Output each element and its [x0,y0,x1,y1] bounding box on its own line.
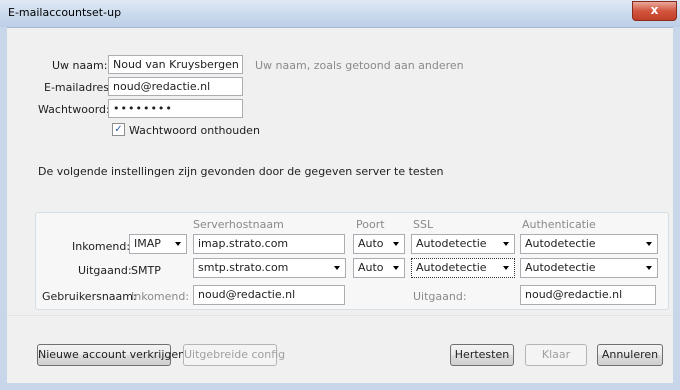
title-bar: E-mailaccountset-up x [0,0,680,28]
header-port: Poort [356,218,385,231]
password-input[interactable]: •••••••• [108,99,243,118]
done-button[interactable]: Klaar [525,344,587,366]
outgoing-host-value: smtp.strato.com [198,261,289,274]
window-frame-bottom [0,383,680,390]
outgoing-protocol: SMTP [131,264,161,277]
divider [7,315,673,316]
advanced-config-button[interactable]: Uitgebreide config [183,344,285,366]
chevron-down-icon [646,242,652,246]
retest-button[interactable]: Hertesten [450,344,514,366]
chevron-down-icon [503,266,509,270]
chevron-down-icon [393,266,399,270]
chevron-down-icon [646,266,652,270]
incoming-auth-select[interactable]: Autodetectie [520,234,658,254]
chevron-down-icon [503,242,509,246]
username-label: Gebruikersnaam: [42,290,137,303]
incoming-port-value: Auto [358,237,384,250]
username-incoming-input[interactable]: noud@redactie.nl [193,285,345,305]
outgoing-host-combobox[interactable]: smtp.strato.com [193,258,346,278]
password-label: Wachtwoord: [38,103,110,116]
header-ssl: SSL [413,218,434,231]
username-incoming-label: Inkomend: [131,290,190,303]
username-outgoing-input[interactable]: noud@redactie.nl [520,285,656,305]
incoming-ssl-select[interactable]: Autodetectie [411,234,515,254]
incoming-auth-value: Autodetectie [525,237,596,250]
window-frame-right [673,27,680,390]
close-button[interactable]: x [632,1,677,21]
incoming-protocol-value: IMAP [134,237,161,250]
window-frame-left [0,27,7,390]
incoming-ssl-value: Autodetectie [416,237,487,250]
new-account-button[interactable]: Nieuwe account verkrijgen [37,344,185,366]
outgoing-auth-select[interactable]: Autodetectie [520,258,658,278]
window-title: E-mailaccountset-up [8,6,122,19]
username-outgoing-label: Uitgaand: [413,290,467,303]
name-hint: Uw naam, zoals getoond aan anderen [255,59,464,72]
incoming-protocol-select[interactable]: IMAP [129,234,187,254]
outgoing-ssl-select[interactable]: Autodetectie [411,258,515,278]
incoming-port-select[interactable]: Auto [353,234,405,254]
outgoing-auth-value: Autodetectie [525,261,596,274]
name-label: Uw naam: [52,59,108,72]
chevron-down-icon [334,266,340,270]
outgoing-label: Uitgaand: [78,264,132,277]
remember-password-label: Wachtwoord onthouden [129,124,260,137]
header-host: Serverhostnaam [193,218,284,231]
incoming-label: Inkomend: [72,240,131,253]
outgoing-ssl-value: Autodetectie [416,261,487,274]
incoming-host-input[interactable]: imap.strato.com [193,234,345,254]
chevron-down-icon [393,242,399,246]
remember-password-checkbox[interactable]: ✓ [112,123,125,136]
chevron-down-icon [175,242,181,246]
cancel-button[interactable]: Annuleren [597,344,663,366]
name-input[interactable]: Noud van Kruysbergen [108,55,243,74]
outgoing-port-select[interactable]: Auto [353,258,405,278]
status-message: De volgende instellingen zijn gevonden d… [38,165,444,178]
outgoing-port-value: Auto [358,261,384,274]
email-label: E-mailadres: [44,81,113,94]
email-input[interactable]: noud@redactie.nl [108,77,243,96]
header-auth: Authenticatie [522,218,596,231]
